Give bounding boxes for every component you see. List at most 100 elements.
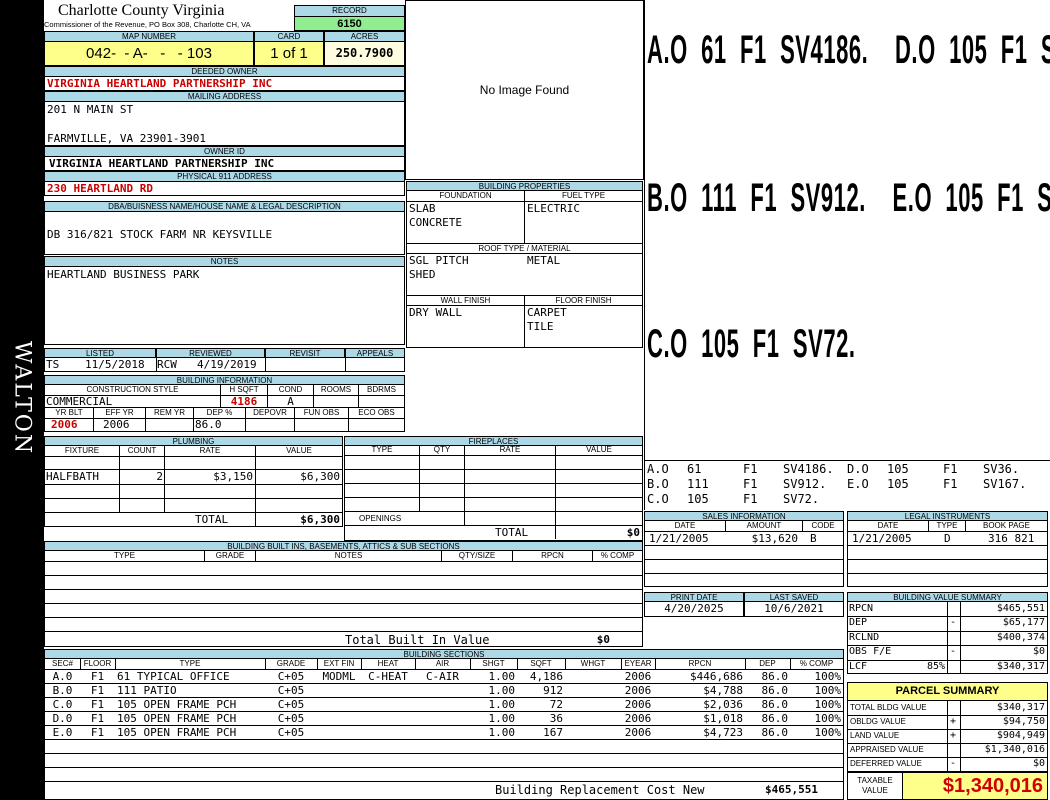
county-title: Charlotte County Virginia <box>58 2 225 19</box>
county-subline: Commissioner of the Revenue, PO Box 308,… <box>44 20 251 29</box>
rem-yr-label: REM YR <box>154 408 185 417</box>
mailing-line-2: FARMVILLE, VA 23901-3901 <box>47 132 206 145</box>
yr-blt-label: YR BLT <box>55 408 83 417</box>
section-col-header: SHGT <box>482 659 505 668</box>
sale-date: 1/21/2005 <box>649 532 709 545</box>
section-cell: 1.00 <box>488 684 516 697</box>
fireplace-total: $0 <box>626 526 640 539</box>
taxable-label-2: VALUE <box>862 786 888 795</box>
section-cell: 105 OPEN FRAME PCH <box>117 698 237 711</box>
sketch-label-row-3: C.O 105 F1 SV72. <box>647 322 856 366</box>
foundation-label: FOUNDATION <box>439 191 492 200</box>
legend-cell: F1 <box>743 492 758 506</box>
section-col-divider <box>317 659 318 669</box>
section-cell: $4,723 <box>703 726 743 739</box>
floor-finish-1: CARPET <box>527 306 567 319</box>
value-summary-pct: 85% <box>926 660 945 672</box>
legend-cell: F1 <box>743 462 758 476</box>
floor-finish-label: FLOOR FINISH <box>555 296 612 305</box>
value-summary-key: DEP <box>849 617 868 629</box>
section-cell: 100% <box>814 684 842 697</box>
section-col-header: SEC# <box>52 659 73 668</box>
section-cell: 105 OPEN FRAME PCH <box>117 712 237 725</box>
plumbing-col-value: VALUE <box>286 446 312 455</box>
floor-finish-2: TILE <box>527 320 554 333</box>
section-cell: B.0 <box>52 684 73 697</box>
legend-cell: SV912. <box>783 477 827 491</box>
section-col-header: % COMP <box>799 659 834 668</box>
value-summary-value: $400,374 <box>996 631 1045 643</box>
legend-cell: SV36. <box>983 462 1020 476</box>
brcn-value: $465,551 <box>765 783 818 796</box>
section-row-line <box>45 767 843 768</box>
plumbing-col-count: COUNT <box>127 446 157 455</box>
print-date: 4/20/2025 <box>644 601 744 617</box>
section-cell: 2006 <box>624 712 652 725</box>
parcel-key: APPRAISED VALUE <box>850 745 924 754</box>
parcel-key: DEFERRED VALUE <box>850 759 922 768</box>
foundation-2: CONCRETE <box>409 216 462 229</box>
builtins-table: TYPE GRADE NOTES QTY/SIZE RPCN % COMP To… <box>44 550 643 647</box>
value-summary-key: OBS F/E <box>849 646 892 658</box>
section-col-header: TYPE <box>179 659 201 668</box>
section-cell: 1.00 <box>488 670 516 683</box>
sales-table: DATE AMOUNT CODE 1/21/2005 $13,620 B <box>644 520 844 587</box>
section-cell: 86.0 <box>761 726 789 739</box>
legend-cell: 105 <box>887 477 909 491</box>
builtins-col-rpcn: RPCN <box>541 551 564 560</box>
builtins-total-label: Total Built In Value <box>345 633 490 647</box>
section-cell: C+05 <box>277 726 305 739</box>
section-col-header: EYEAR <box>624 659 652 668</box>
parcel-op: - <box>950 758 957 769</box>
builtins-col-qty: QTY/SIZE <box>458 551 496 560</box>
taxable-label-1: TAXABLE <box>857 776 893 785</box>
parcel-key: LAND VALUE <box>850 731 900 740</box>
section-cell: 1.00 <box>488 698 516 711</box>
building-info-box: CONSTRUCTION STYLE H SQFT COND ROOMS BDR… <box>44 384 405 432</box>
taxable-value: $1,340,016 <box>902 772 1048 800</box>
sales-col-amount: AMOUNT <box>746 521 782 530</box>
section-cell: C+05 <box>277 670 305 683</box>
fireplace-col-rate: RATE <box>499 445 521 454</box>
section-cell: $2,036 <box>703 698 743 711</box>
section-cell: 61 TYPICAL OFFICE <box>117 670 230 683</box>
value-summary-value: $65,177 <box>1002 617 1045 629</box>
legend-cell: 61 <box>687 462 702 476</box>
section-col-divider <box>415 659 416 669</box>
plumbing-total-label: TOTAL <box>195 513 229 526</box>
map-number: 042- - A- - - 103 <box>44 41 254 66</box>
card-number: 1 of 1 <box>254 41 324 66</box>
wall-finish-label: WALL FINISH <box>440 296 491 305</box>
section-cell: 4,186 <box>529 670 563 683</box>
fireplace-col-value: VALUE <box>586 445 612 454</box>
roof-label: ROOF TYPE / MATERIAL <box>478 244 571 253</box>
section-cell: 100% <box>814 670 842 683</box>
section-cell: 72 <box>549 698 563 711</box>
wall-finish: DRY WALL <box>409 306 462 319</box>
section-col-divider <box>517 659 518 669</box>
section-row-line <box>45 697 843 698</box>
cond-label: COND <box>278 385 303 394</box>
sale-code: B <box>810 532 817 545</box>
section-cell: 86.0 <box>761 684 789 697</box>
value-summary-value: $340,317 <box>996 660 1045 672</box>
section-cell: D.0 <box>52 712 73 725</box>
parcel-value: $340,317 <box>996 702 1045 713</box>
reviewed-by: RCW <box>157 358 177 371</box>
roof-type-1: SGL PITCH <box>409 254 469 267</box>
section-cell: 100% <box>814 726 842 739</box>
bdrms-label: BDRMS <box>367 385 396 394</box>
section-row-line <box>45 683 843 684</box>
section-cell: 167 <box>543 726 563 739</box>
value-summary-key: LCF <box>849 660 868 672</box>
section-cell: C+05 <box>277 712 305 725</box>
plumbing-value: $6,300 <box>300 470 340 483</box>
dba-box: DB 316/821 STOCK FARM NR KEYSVILLE <box>44 211 405 255</box>
fireplace-total-label: TOTAL <box>495 526 529 539</box>
builtins-col-type: TYPE <box>114 551 135 560</box>
sketch-label-row-2: B.O 111 F1 SV912. E.O 105 F1 SV167. <box>647 176 1050 220</box>
legend-cell: A.O <box>647 462 669 476</box>
section-cell: C-HEAT <box>368 670 408 683</box>
section-col-header: FLOOR <box>83 659 112 668</box>
listed-by: TS <box>46 358 60 371</box>
